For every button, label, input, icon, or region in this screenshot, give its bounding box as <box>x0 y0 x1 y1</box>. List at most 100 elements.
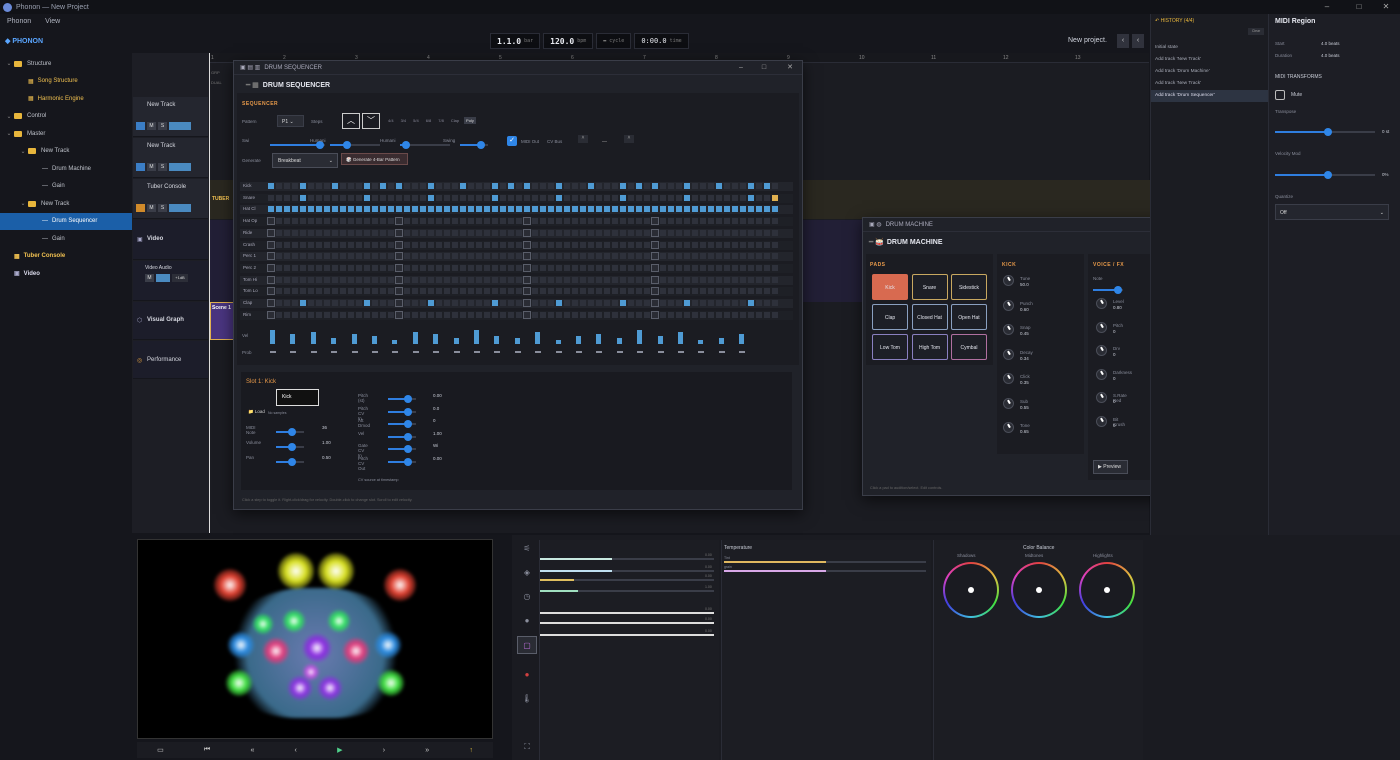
step-cell[interactable] <box>700 206 706 213</box>
step-cell[interactable] <box>564 276 570 283</box>
step-cell[interactable] <box>484 241 490 248</box>
step-cell[interactable] <box>420 253 426 260</box>
step-cell[interactable] <box>508 241 514 248</box>
step-cell[interactable] <box>748 241 754 248</box>
probability-bar[interactable] <box>596 351 603 353</box>
step-cell[interactable] <box>420 194 426 201</box>
track-header[interactable]: Performance ◎ <box>133 341 208 379</box>
fx-bar[interactable] <box>540 558 612 560</box>
tree-item[interactable]: ▣ Video <box>0 265 132 283</box>
step-cell[interactable] <box>716 264 722 271</box>
step-cell[interactable] <box>308 311 314 318</box>
step-cell[interactable] <box>540 300 546 306</box>
step-cell[interactable] <box>324 229 330 236</box>
step-cell[interactable] <box>492 276 498 283</box>
step-cell[interactable] <box>308 300 314 306</box>
step-cell[interactable] <box>628 276 634 283</box>
step-cell[interactable] <box>468 253 474 260</box>
step-cell[interactable] <box>292 264 298 271</box>
step-cell[interactable] <box>468 183 474 189</box>
step-cell[interactable] <box>644 218 650 225</box>
step-cell[interactable] <box>332 218 338 225</box>
step-cell[interactable] <box>444 183 450 189</box>
step-cell[interactable] <box>588 183 594 189</box>
step-cell[interactable] <box>532 206 538 213</box>
slot-name-input[interactable]: Kick <box>276 389 319 406</box>
step-cell[interactable] <box>668 300 674 306</box>
step-cell[interactable] <box>332 276 338 283</box>
step-cell[interactable] <box>612 206 618 213</box>
probability-bar[interactable] <box>331 351 338 353</box>
step-cell[interactable] <box>523 228 531 237</box>
step-cell[interactable] <box>460 183 466 189</box>
step-cell[interactable] <box>340 264 346 271</box>
step-cell[interactable] <box>516 264 522 271</box>
step-cell[interactable] <box>684 276 690 283</box>
step-cell[interactable] <box>564 229 570 236</box>
probability-bar[interactable] <box>351 351 358 353</box>
step-cell[interactable] <box>484 253 490 260</box>
step-cell[interactable] <box>636 218 642 225</box>
step-cell[interactable] <box>356 229 362 236</box>
step-cell[interactable] <box>500 288 506 295</box>
step-cell[interactable] <box>748 218 754 225</box>
step-cell[interactable] <box>428 253 434 260</box>
step-cell[interactable] <box>404 194 410 201</box>
velocity-bar[interactable] <box>474 330 479 344</box>
step-cell[interactable] <box>476 183 482 189</box>
step-cell[interactable] <box>588 218 594 225</box>
tint-track[interactable] <box>826 570 926 572</box>
step-cell[interactable] <box>436 276 442 283</box>
step-cell[interactable] <box>748 206 754 213</box>
step-cell[interactable] <box>708 229 714 236</box>
step-cell[interactable] <box>604 241 610 248</box>
step-cell[interactable] <box>380 288 386 295</box>
tree-item[interactable]: ⌄ New Track <box>0 143 132 161</box>
step-cell[interactable] <box>732 194 738 201</box>
step-cell[interactable] <box>380 206 386 213</box>
step-cell[interactable] <box>428 229 434 236</box>
step-cell[interactable] <box>484 311 490 318</box>
tree-item[interactable]: ▦ Song Structure <box>0 73 132 91</box>
step-cell[interactable] <box>276 194 282 201</box>
step-cell[interactable] <box>612 264 618 271</box>
step-cell[interactable] <box>332 253 338 260</box>
step-cell[interactable] <box>516 218 522 225</box>
velocity-bar[interactable] <box>555 340 561 344</box>
step-cell[interactable] <box>716 253 722 260</box>
step-cell[interactable] <box>540 276 546 283</box>
step-cell[interactable] <box>284 183 290 189</box>
step-cell[interactable] <box>684 206 690 213</box>
step-cell[interactable] <box>548 300 554 306</box>
step-cell[interactable] <box>523 310 531 319</box>
probability-bar[interactable] <box>494 351 501 353</box>
step-cell[interactable] <box>340 276 346 283</box>
step-cell[interactable] <box>420 218 426 225</box>
step-cell[interactable] <box>444 229 450 236</box>
step-cell[interactable] <box>484 288 490 295</box>
step-cell[interactable] <box>500 264 506 271</box>
step-cell[interactable] <box>412 264 418 271</box>
clock-icon[interactable]: ◷ <box>517 588 537 606</box>
step-cell[interactable] <box>548 241 554 248</box>
step-cell[interactable] <box>756 206 762 213</box>
cv-bus-stepper[interactable]: ˄ <box>624 135 634 143</box>
step-cell[interactable] <box>404 300 410 306</box>
menu-phonon[interactable]: Phonon <box>7 18 31 25</box>
step-cell[interactable] <box>708 194 714 201</box>
step-cell[interactable] <box>564 288 570 295</box>
step-cell[interactable] <box>404 288 410 295</box>
step-cell[interactable] <box>580 288 586 295</box>
track-header[interactable]: Video ▣ <box>133 220 208 260</box>
kick-knob[interactable] <box>1003 397 1014 409</box>
drum-pad[interactable]: Clap <box>872 304 908 330</box>
probability-bar[interactable] <box>555 351 562 353</box>
step-cell[interactable] <box>516 229 522 236</box>
step-cell[interactable] <box>764 183 770 189</box>
step-cell[interactable] <box>732 218 738 225</box>
step-cell[interactable] <box>628 311 634 318</box>
step-cell[interactable] <box>724 194 730 201</box>
play-icon[interactable]: ▶ <box>337 746 342 754</box>
step-cell[interactable] <box>388 218 394 225</box>
step-cell[interactable] <box>460 264 466 271</box>
